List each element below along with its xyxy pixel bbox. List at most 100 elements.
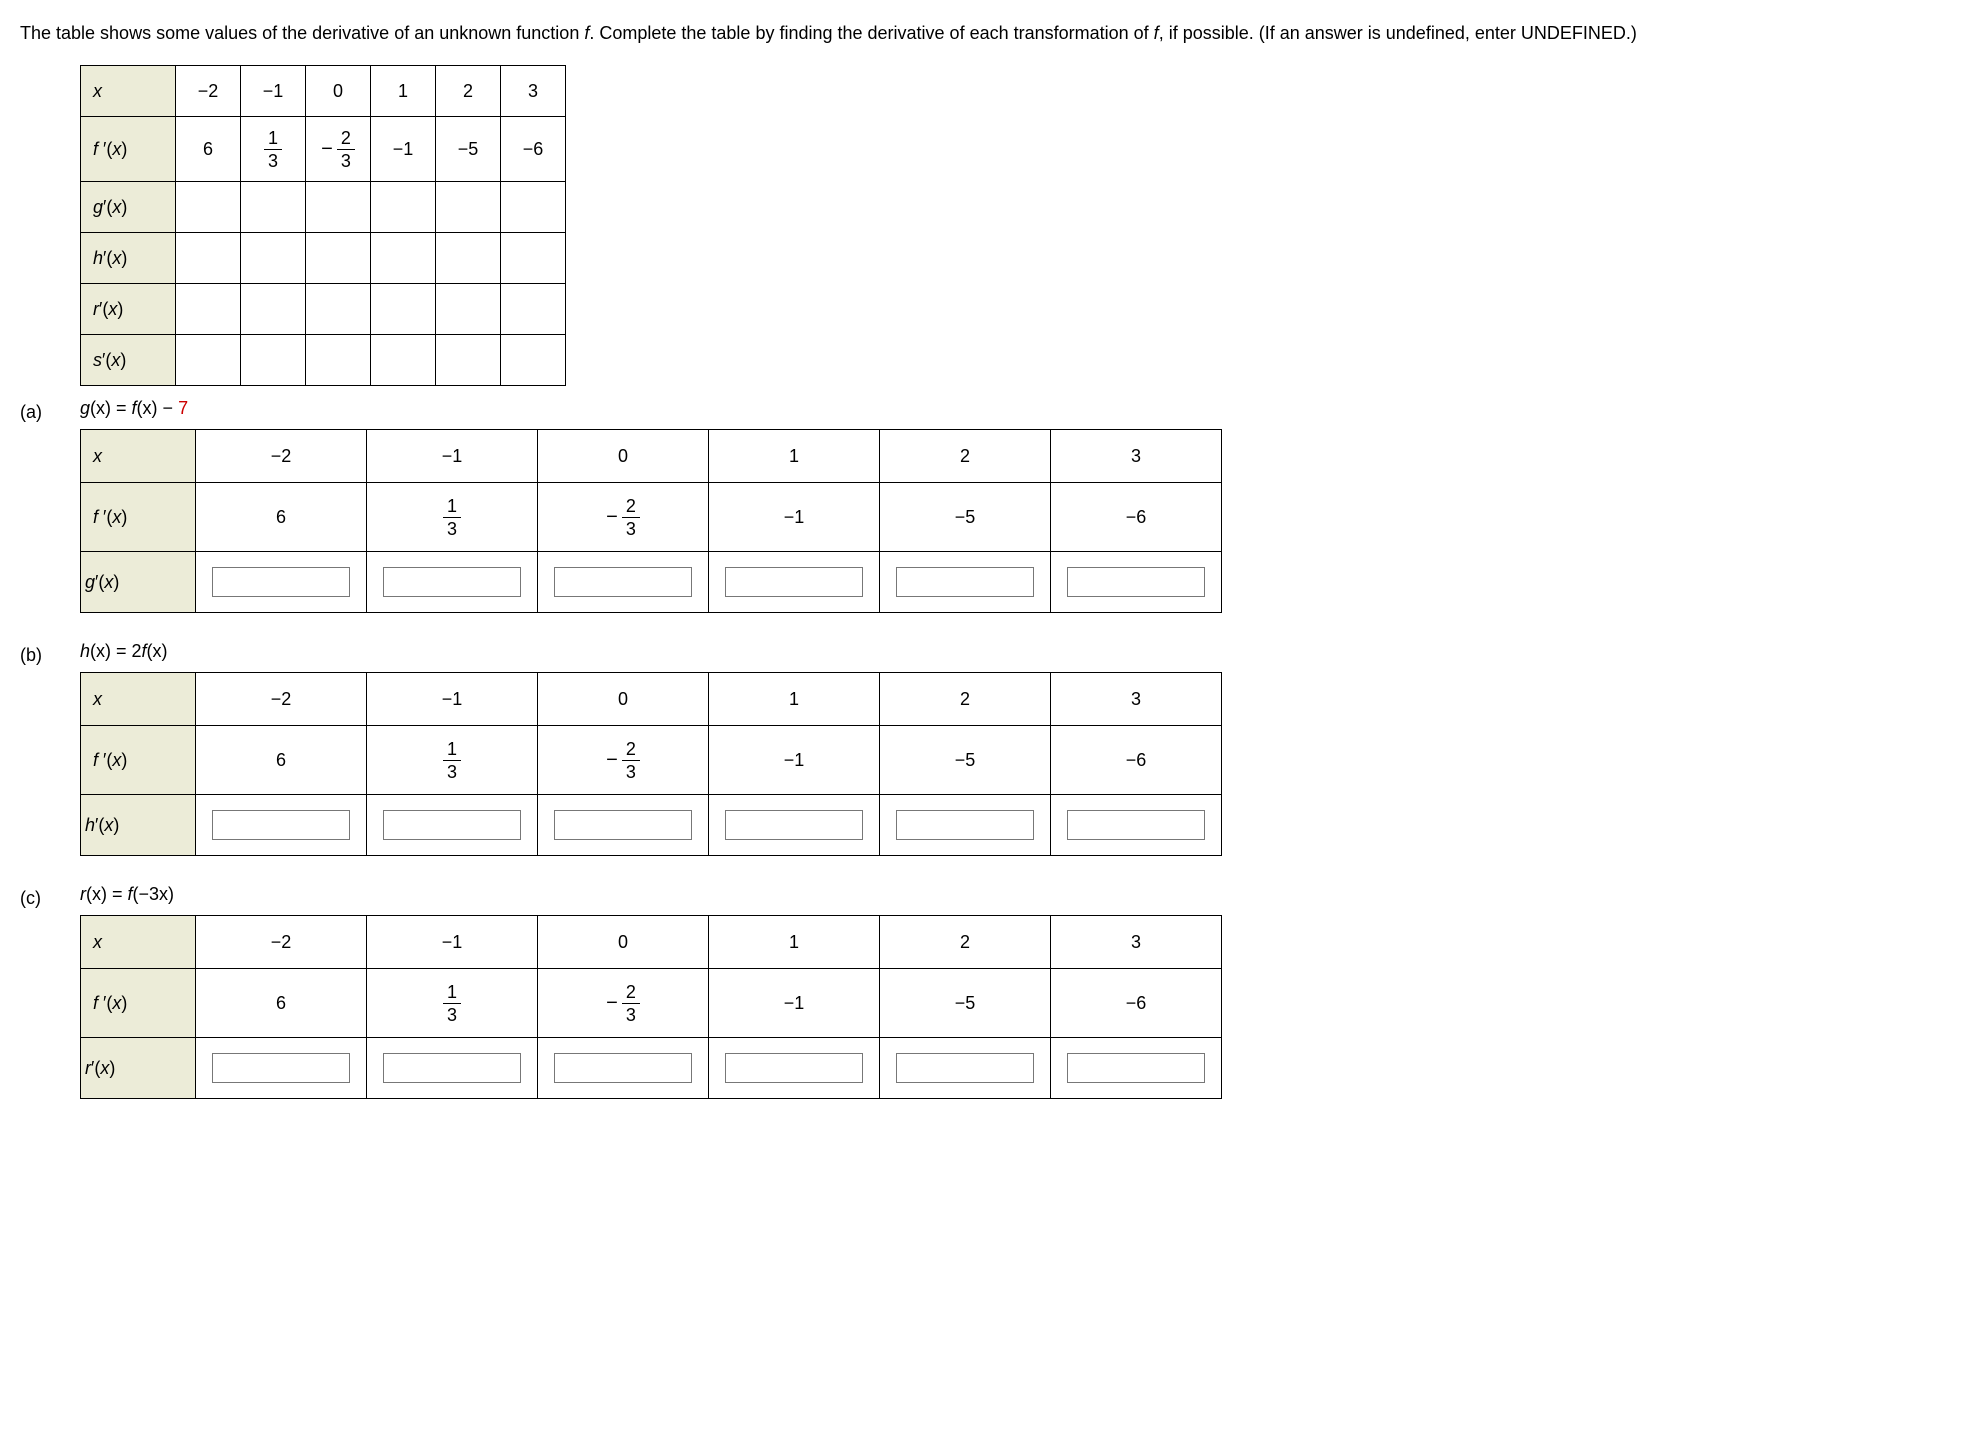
fprime-label: f ′(x) [81,117,176,182]
gprime-input-4[interactable] [896,567,1034,597]
hprime-input-0[interactable] [212,810,350,840]
rprime-input-4[interactable] [896,1053,1034,1083]
x-row: x −2 −1 0 1 2 3 [81,430,1222,483]
table-cell [436,284,501,335]
fprime-val: 6 [196,969,367,1038]
x-val: −1 [367,673,538,726]
fprime-val: 13 [367,969,538,1038]
x-row: x −2 −1 0 1 2 3 [81,66,566,117]
part-a: (a) g(x) = f(x) − 7 x −2 −1 0 1 2 3 f ′(… [20,398,1942,613]
x-row: x −2 −1 0 1 2 3 [81,916,1222,969]
summary-table: x −2 −1 0 1 2 3 f ′(x) 6 13 −23 −1 −5 −6… [80,65,566,386]
table-b: x −2 −1 0 1 2 3 f ′(x) 6 13 −23 −1 −5 −6… [80,672,1222,856]
x-val: 2 [436,66,501,117]
hprime-label: h′(x) [81,233,176,284]
table-c: x −2 −1 0 1 2 3 f ′(x) 6 13 −23 −1 −5 −6… [80,915,1222,1099]
gprime-row: g′(x) [81,182,566,233]
rprime-label: r′(x) [81,1038,196,1099]
fprime-label: f ′(x) [81,969,196,1038]
table-cell [241,182,306,233]
rprime-input-1[interactable] [383,1053,521,1083]
hprime-label: h′(x) [81,795,196,856]
table-cell [176,335,241,386]
table-cell [436,335,501,386]
x-val: 0 [538,673,709,726]
x-val: 3 [501,66,566,117]
gprime-input-3[interactable] [725,567,863,597]
fprime-label: f ′(x) [81,483,196,552]
rprime-input-3[interactable] [725,1053,863,1083]
gprime-input-2[interactable] [554,567,692,597]
table-cell [241,335,306,386]
table-cell [241,233,306,284]
table-cell [306,182,371,233]
fprime-val: −6 [1051,483,1222,552]
x-val: 2 [880,673,1051,726]
x-val: 0 [306,66,371,117]
table-cell [176,233,241,284]
fprime-val: −1 [709,726,880,795]
hprime-input-1[interactable] [383,810,521,840]
gprime-label: g′(x) [81,552,196,613]
table-cell [501,182,566,233]
rprime-input-2[interactable] [554,1053,692,1083]
sprime-label: s′(x) [81,335,176,386]
x-val: 3 [1051,430,1222,483]
fprime-val: −1 [709,483,880,552]
gprime-input-0[interactable] [212,567,350,597]
hprime-input-3[interactable] [725,810,863,840]
x-val: −2 [196,916,367,969]
fprime-val: −5 [880,726,1051,795]
x-val: 0 [538,916,709,969]
x-val: 2 [880,430,1051,483]
table-cell [371,233,436,284]
rprime-input-5[interactable] [1067,1053,1205,1083]
fprime-row: f ′(x) 6 13 −23 −1 −5 −6 [81,117,566,182]
hprime-row: h′(x) [81,233,566,284]
gprime-input-1[interactable] [383,567,521,597]
x-val: 0 [538,430,709,483]
fprime-val: 6 [176,117,241,182]
formula-c: r(x) = f(−3x) [80,884,1942,905]
fprime-row: f ′(x) 6 13 −23 −1 −5 −6 [81,969,1222,1038]
x-val: 3 [1051,916,1222,969]
x-label: x [81,916,196,969]
part-c: (c) r(x) = f(−3x) x −2 −1 0 1 2 3 f ′(x)… [20,884,1942,1099]
x-val: −1 [367,430,538,483]
fprime-row: f ′(x) 6 13 −23 −1 −5 −6 [81,726,1222,795]
table-cell [501,233,566,284]
table-cell [241,284,306,335]
part-b-label: (b) [20,641,80,666]
fprime-val: 13 [367,483,538,552]
hprime-input-4[interactable] [896,810,1034,840]
sprime-row: s′(x) [81,335,566,386]
fprime-val: 6 [196,726,367,795]
fprime-val: −23 [306,117,371,182]
table-cell [501,284,566,335]
instructions: The table shows some values of the deriv… [20,20,1942,47]
fprime-val: 6 [196,483,367,552]
x-val: 1 [709,673,880,726]
gprime-label: g′(x) [81,182,176,233]
x-val: −2 [176,66,241,117]
part-c-label: (c) [20,884,80,909]
fprime-row: f ′(x) 6 13 −23 −1 −5 −6 [81,483,1222,552]
x-val: 1 [709,430,880,483]
instr-text-1: The table shows some values of the deriv… [20,23,584,43]
table-cell [436,233,501,284]
hprime-input-2[interactable] [554,810,692,840]
fprime-val: −6 [1051,726,1222,795]
table-cell [306,233,371,284]
rprime-input-0[interactable] [212,1053,350,1083]
x-val: 2 [880,916,1051,969]
x-row: x −2 −1 0 1 2 3 [81,673,1222,726]
formula-a: g(x) = f(x) − 7 [80,398,1942,419]
hprime-input-5[interactable] [1067,810,1205,840]
x-val: −2 [196,673,367,726]
table-cell [176,182,241,233]
gprime-input-5[interactable] [1067,567,1205,597]
fprime-val: −23 [538,726,709,795]
fprime-val: −5 [880,969,1051,1038]
table-cell [306,284,371,335]
x-label: x [81,66,176,117]
